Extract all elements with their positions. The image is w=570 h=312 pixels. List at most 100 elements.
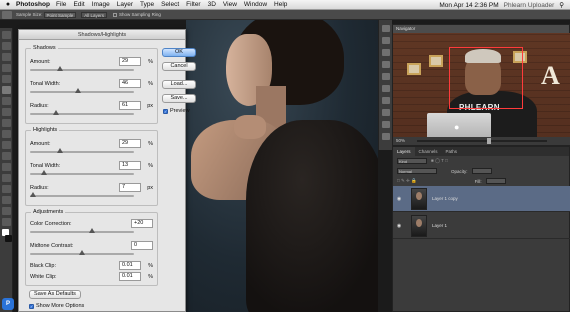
menu-help[interactable]: Help [274,1,287,8]
actions-panel-icon[interactable] [382,37,390,44]
apple-icon[interactable]: ● [4,1,12,8]
quick-select-tool-icon[interactable] [2,64,11,72]
sample-size-select[interactable]: Point Sample [43,11,77,18]
midtone-contrast-input[interactable]: 0 [131,241,153,250]
sampling-ring-checkbox[interactable] [113,12,118,17]
pen-tool-icon[interactable] [2,174,11,182]
tab-channels[interactable]: Channels [415,147,442,156]
opacity-field[interactable] [471,168,492,174]
menu-window[interactable]: Window [244,1,267,8]
navigator-view-box[interactable] [449,47,523,109]
move-tool-icon[interactable] [2,31,11,39]
color-correction-track[interactable] [30,231,134,233]
healing-tool-icon[interactable] [2,97,11,105]
highlights-radius-input[interactable]: 7 [119,183,141,192]
shadows-tonal-input[interactable]: 46 [119,79,141,88]
highlights-radius-track[interactable] [30,195,134,197]
save-button[interactable]: Save... [162,94,196,103]
eye-icon[interactable]: ◉ [395,223,403,229]
layer-row[interactable]: ◉ Layer 1 [393,213,570,239]
ok-button[interactable]: OK [162,48,196,57]
layer-row[interactable]: ◉ Layer 1 copy [393,186,570,212]
color-correction-input[interactable]: +20 [131,219,153,228]
highlights-amount-track[interactable] [30,151,134,153]
shadows-tonal-track[interactable] [30,91,134,93]
midtone-contrast-slider[interactable] [79,250,85,255]
brush-panel-icon[interactable] [382,133,390,140]
history-panel-icon[interactable] [382,25,390,32]
shadows-radius-track[interactable] [30,113,134,115]
adjustments-panel-icon[interactable] [382,85,390,92]
cancel-button[interactable]: Cancel [162,62,196,71]
history-brush-icon[interactable] [2,130,11,138]
filter-icons[interactable]: ■ ◯ T □ [431,158,448,164]
menu-image[interactable]: Image [92,1,110,8]
save-as-defaults-button[interactable]: Save As Defaults [29,290,81,299]
menu-layer[interactable]: Layer [117,1,133,8]
layer-name[interactable]: Layer 1 copy [432,196,458,201]
brush-tool-icon[interactable] [2,108,11,116]
fill-field[interactable] [485,178,506,184]
eyedropper-icon[interactable] [2,10,12,19]
type-tool-icon[interactable] [2,185,11,193]
gradient-tool-icon[interactable] [2,152,11,160]
sample-select[interactable]: All Layers [81,11,108,18]
load-button[interactable]: Load... [162,80,196,89]
color-panel-icon[interactable] [382,61,390,68]
eyedropper-tool-icon[interactable] [2,86,11,94]
zoom-slider[interactable] [417,138,547,144]
menu-select[interactable]: Select [161,1,179,8]
navigator-thumbnail[interactable]: PHLEARN ● A [393,33,570,139]
tab-layers[interactable]: Layers [393,147,415,156]
tab-paths[interactable]: Paths [442,147,462,156]
kind-filter[interactable]: Kind [397,158,427,164]
background-color-swatch[interactable] [5,235,12,242]
document-canvas[interactable] [186,20,378,312]
crop-tool-icon[interactable] [2,75,11,83]
menu-type[interactable]: Type [140,1,154,8]
app-menu[interactable]: Photoshop [16,1,50,8]
paragraph-panel-icon[interactable] [382,121,390,128]
path-select-icon[interactable] [2,196,11,204]
preview-checkbox[interactable]: ✓ [163,108,168,114]
black-clip-input[interactable]: 0.01 [119,261,141,270]
highlights-tonal-input[interactable]: 13 [119,161,141,170]
menu-view[interactable]: View [223,1,237,8]
shadows-amount-input[interactable]: 29 [119,57,141,66]
stamp-tool-icon[interactable] [2,119,11,127]
zoom-slider-knob[interactable] [487,138,491,144]
highlights-tonal-slider[interactable] [40,170,47,175]
highlights-amount-slider[interactable] [57,148,64,153]
dodge-tool-icon[interactable] [2,163,11,171]
show-more-options-checkbox[interactable]: ✓ [29,303,34,309]
shadows-tonal-slider[interactable] [74,88,81,93]
info-panel-icon[interactable] [382,49,390,56]
menu-filter[interactable]: Filter [186,1,200,8]
hand-tool-icon[interactable] [2,207,11,215]
search-icon[interactable]: ⚲ [559,1,564,9]
menu-3d[interactable]: 3D [208,1,216,8]
shadows-amount-slider[interactable] [57,66,64,71]
swatches-panel-icon[interactable] [382,73,390,80]
eye-icon[interactable]: ◉ [395,196,403,202]
highlights-radius-slider[interactable] [30,192,37,197]
blend-mode-select[interactable]: Normal [397,168,437,174]
eraser-tool-icon[interactable] [2,141,11,149]
lock-icons[interactable]: □ ✎ ✛ 🔒 [397,178,417,184]
white-clip-input[interactable]: 0.01 [119,272,141,281]
styles-panel-icon[interactable] [382,97,390,104]
shadows-radius-slider[interactable] [53,110,59,115]
shadows-amount-track[interactable] [30,69,134,71]
user-name[interactable]: Phlearn Uploader [504,2,555,9]
shadows-radius-input[interactable]: 61 [119,101,141,110]
lasso-tool-icon[interactable] [2,53,11,61]
zoom-level[interactable]: 50% [396,138,405,143]
character-panel-icon[interactable] [382,109,390,116]
menu-edit[interactable]: Edit [73,1,84,8]
color-correction-slider[interactable] [89,228,96,233]
highlights-amount-input[interactable]: 29 [119,139,141,148]
dialog-title[interactable]: Shadows/Highlights [19,30,185,40]
marquee-tool-icon[interactable] [2,42,11,50]
layer-name[interactable]: Layer 1 [432,223,447,228]
menu-file[interactable]: File [56,1,66,8]
